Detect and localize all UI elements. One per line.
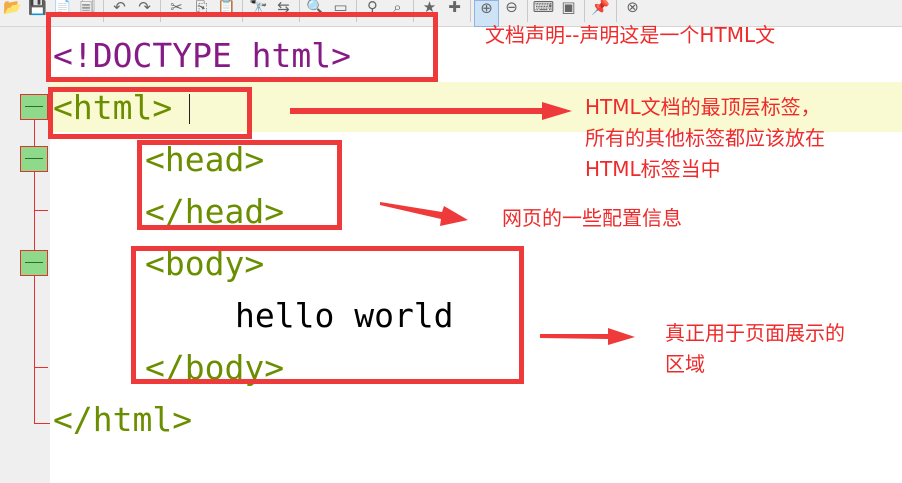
head-highlight-box [137, 140, 342, 230]
body-note: 真正用于页面展示的 区域 [665, 321, 845, 376]
fold-toggle-body[interactable] [20, 250, 48, 276]
fold-toggle-head[interactable] [20, 146, 48, 172]
doctype-highlight-box [46, 12, 438, 82]
open-folder-icon[interactable]: 📂 [0, 0, 25, 27]
head-arrow [380, 202, 468, 226]
body-highlight-box [131, 246, 524, 384]
html-note: HTML文档的最顶层标签， 所有的其他标签都应该放在 HTML标签当中 [585, 95, 825, 181]
fold-tree-branch [34, 423, 50, 424]
fold-toggle-html[interactable] [20, 94, 48, 120]
fold-gutter [0, 27, 50, 483]
toolbar-separator [616, 0, 617, 22]
html-close-tag: </html> [53, 400, 193, 439]
toolbar-separator [470, 0, 471, 22]
add-bookmark-icon[interactable]: ✚ [442, 0, 467, 27]
body-arrow [540, 328, 635, 345]
toolbar-separator [527, 0, 528, 22]
doctype-note: 文档声明--声明这是一个HTML文 [485, 23, 776, 47]
head-note: 网页的一些配置信息 [502, 206, 682, 230]
html-highlight-box [48, 87, 252, 139]
fold-tree-branch [34, 367, 48, 368]
toolbar-separator [584, 0, 585, 22]
html-arrow [290, 102, 572, 120]
fold-tree-branch [34, 210, 48, 211]
